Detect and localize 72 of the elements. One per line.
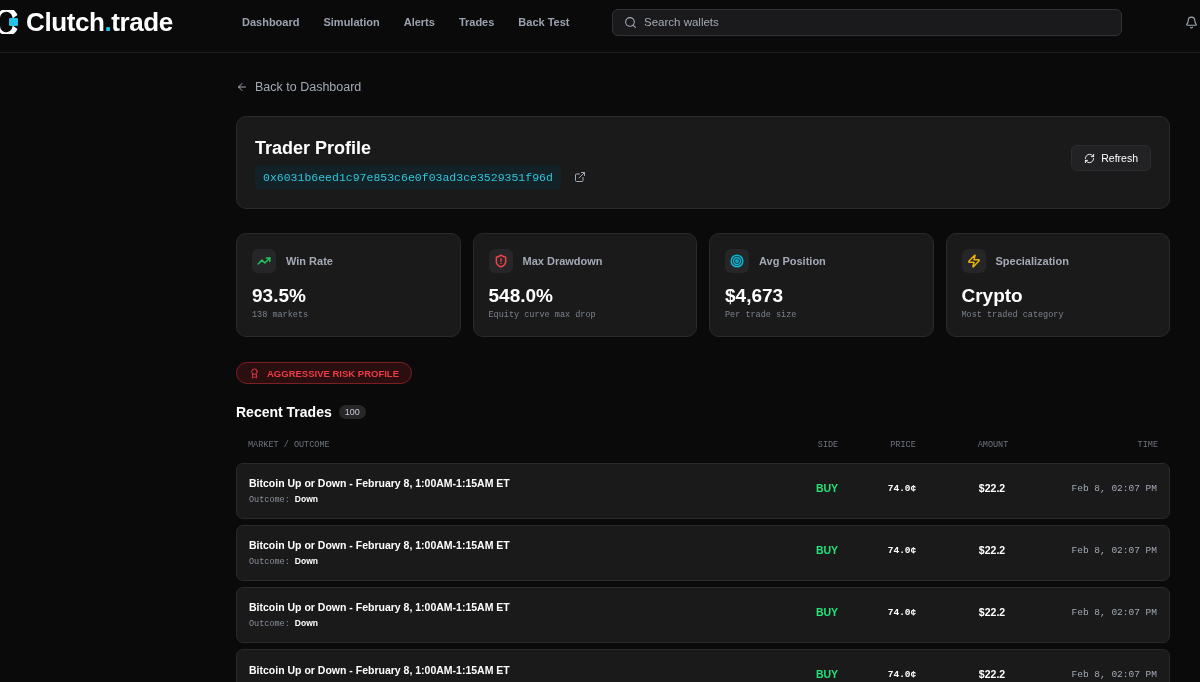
trade-row[interactable]: Bitcoin Up or Down - February 8, 1:00AM-1:15AM ET Outcome: Down BUY 74.0¢ $22.2 Feb 8, 02:07 PM — [236, 587, 1170, 643]
outcome-label: Outcome: — [249, 494, 290, 506]
outcome-value: Down — [294, 493, 318, 505]
trade-row[interactable]: Bitcoin Up or Down - February 8, 1:00AM-1:15AM ET Outcome: Down BUY 74.0¢ $22.2 Feb 8, 02:07 PM — [236, 525, 1170, 581]
nav-link[interactable]: Trades — [458, 16, 495, 28]
stat-value: 548.0% — [488, 284, 553, 308]
column-header: PRICE — [889, 440, 917, 450]
outcome-label: Outcome: — [249, 556, 290, 568]
risk-profile-badge: AGGRESSIVE RISK PROFILE — [236, 362, 412, 384]
stat-label: Win Rate — [286, 255, 333, 267]
profile-title: Trader Profile — [255, 137, 372, 160]
stat-label: Avg Position — [759, 255, 826, 267]
trade-count: 100 — [338, 405, 366, 419]
stat-value: Crypto — [961, 284, 1023, 308]
nav-link[interactable]: Simulation — [323, 16, 380, 28]
trade-time: Feb 8, 02:07 PM — [1071, 606, 1157, 620]
bell-icon[interactable] — [1185, 15, 1198, 29]
arrow-left-icon — [236, 81, 248, 93]
award-icon — [249, 367, 260, 379]
stat-caption: Most traded category — [961, 309, 1064, 321]
brand-name[interactable]: Clutch.trade — [26, 6, 173, 38]
search-field[interactable]: Search wallets — [612, 8, 1122, 36]
lightning-icon — [961, 249, 986, 273]
trade-time: Feb 8, 02:07 PM — [1071, 544, 1157, 558]
trade-price: 74.0¢ — [887, 668, 917, 682]
trade-amount: $22.2 — [978, 606, 1006, 620]
trade-row[interactable]: Bitcoin Up or Down - February 8, 1:00AM-1:15AM ET Outcome: Down BUY 74.0¢ $22.2 Feb 8, 02:07 PM — [236, 463, 1170, 519]
stat-caption: Equity curve max drop — [488, 309, 596, 321]
market-title: Bitcoin Up or Down - February 8, 1:00AM-1:15AM ET — [249, 476, 510, 490]
trade-side: BUY — [815, 482, 839, 496]
trade-amount: $22.2 — [978, 668, 1006, 682]
refresh-button[interactable]: Refresh — [1071, 145, 1151, 171]
market-title: Bitcoin Up or Down - February 8, 1:00AM-1:15AM ET — [249, 662, 510, 677]
trade-price: 74.0¢ — [887, 606, 917, 620]
stat-label: Specialization — [995, 255, 1069, 267]
stat-value: 93.5% — [252, 284, 306, 308]
search-icon — [624, 15, 637, 29]
trade-side: BUY — [815, 544, 839, 558]
trade-side: BUY — [815, 606, 839, 620]
column-header: TIME — [1136, 440, 1158, 450]
trade-price: 74.0¢ — [887, 544, 917, 558]
stat-caption: 138 markets — [252, 309, 309, 321]
back-link[interactable]: Back to Dashboard — [236, 79, 362, 95]
trade-side: BUY — [815, 668, 839, 682]
nav-link[interactable]: Back Test — [518, 16, 570, 28]
outcome-value: Down — [294, 555, 318, 567]
market-title: Bitcoin Up or Down - February 8, 1:00AM-1:15AM ET — [249, 600, 510, 614]
outcome-value: Down — [294, 617, 318, 629]
refresh-icon — [1084, 152, 1096, 164]
trade-price: 74.0¢ — [887, 482, 917, 496]
stat-value: $4,673 — [725, 284, 784, 308]
trade-amount: $22.2 — [978, 544, 1006, 558]
trade-time: Feb 8, 02:07 PM — [1071, 668, 1157, 682]
target-icon — [725, 249, 749, 273]
wallet-address: 0x6031b6eed1c97e853c6e0f03ad3ce3529351f96d — [255, 165, 561, 189]
shield-alert-icon — [488, 249, 513, 273]
external-link-icon[interactable] — [573, 171, 586, 183]
trade-row[interactable]: Bitcoin Up or Down - February 8, 1:00AM-1:15AM ET BUY 74.0¢ $22.2 Feb 8, 02:07 PM — [236, 649, 1170, 682]
trade-time: Feb 8, 02:07 PM — [1071, 482, 1157, 496]
nav-link[interactable]: Dashboard — [242, 16, 300, 28]
nav-link[interactable]: Alerts — [403, 16, 435, 28]
trade-amount: $22.2 — [978, 482, 1006, 496]
market-title: Bitcoin Up or Down - February 8, 1:00AM-1:15AM ET — [249, 538, 510, 552]
section-title: Recent Trades — [236, 404, 332, 420]
stat-label: Max Drawdown — [522, 255, 603, 267]
trending-up-icon — [252, 249, 276, 273]
column-header: MARKET / OUTCOME — [248, 440, 331, 450]
column-header: AMOUNT — [976, 440, 1010, 450]
outcome-label: Outcome: — [249, 618, 290, 630]
stat-caption: Per trade size — [725, 309, 797, 321]
column-header: SIDE — [816, 440, 840, 450]
logo-icon — [0, 10, 20, 34]
